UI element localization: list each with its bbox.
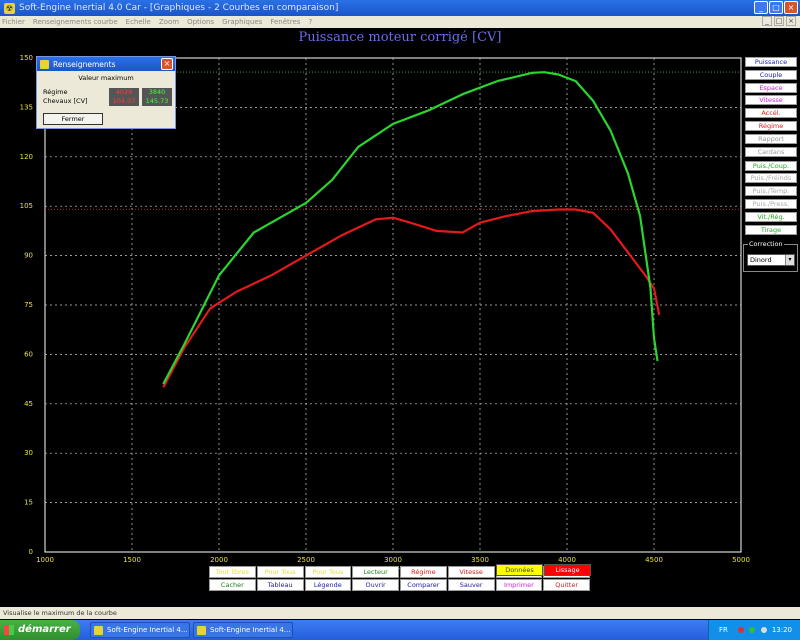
toggle-button-0[interactable]: Données: [496, 564, 543, 576]
system-tray: FR 13:20: [708, 620, 800, 640]
network-icon[interactable]: [749, 627, 756, 633]
x-tick-label: 2000: [210, 556, 228, 564]
x-tick-label: 3500: [471, 556, 489, 564]
x-tick-label: 1500: [123, 556, 141, 564]
side-button-8[interactable]: Puis./Coup.: [745, 160, 797, 171]
status-bar: Visualise le maximum de la courbe: [0, 607, 800, 619]
curve1-max-value: 4029: [109, 88, 139, 97]
taskbar-item-label: Soft-Engine Inertial 4...: [210, 626, 291, 634]
app-logo-icon: [197, 626, 206, 635]
dialog-row-label: Régime: [43, 88, 68, 96]
command-buttons: Tout libres Pour Tous Pour Tous Lecteur Régi…: [209, 564, 591, 592]
y-tick-label: 105: [20, 202, 33, 210]
app-window: ☢ Soft-Engine Inertial 4.0 Car - [Graphi…: [0, 0, 800, 640]
side-button-7[interactable]: Cardans: [745, 146, 797, 157]
correction-select[interactable]: Dinord ▾: [747, 254, 795, 266]
command-button-row1-3[interactable]: Lecteur: [352, 566, 399, 578]
taskbar: démarrer Soft-Engine Inertial 4... Soft-…: [0, 620, 800, 640]
side-button-12[interactable]: Vit./Rég.: [745, 211, 797, 222]
side-button-3[interactable]: Vitesse: [745, 95, 797, 106]
command-button-row2-1[interactable]: Tableau: [256, 579, 304, 591]
windows-logo-icon: [4, 625, 14, 635]
y-tick-label: 0: [29, 548, 33, 556]
series-line-0: [162, 208, 661, 388]
dialog-header: Valeur maximum: [78, 74, 134, 82]
curve1-max-value: 104.07: [109, 97, 139, 106]
x-tick-label: 1000: [36, 556, 54, 564]
series-line-1: [162, 71, 659, 385]
info-dialog: Renseignements × Valeur maximum Régime 4…: [36, 56, 176, 129]
y-tick-label: 30: [24, 449, 33, 457]
taskbar-item-1[interactable]: Soft-Engine Inertial 4...: [90, 622, 190, 638]
command-button-row2-3[interactable]: Ouvrir: [352, 579, 399, 591]
side-button-10[interactable]: Puis./Temp.: [745, 186, 797, 197]
y-tick-label: 45: [24, 400, 33, 408]
language-indicator[interactable]: FR: [719, 626, 728, 634]
command-button-row2-7[interactable]: Quitter: [543, 579, 590, 591]
x-tick-label: 2500: [297, 556, 315, 564]
command-button-row1-5[interactable]: Vitesse: [447, 566, 495, 578]
start-label: démarrer: [18, 624, 71, 635]
curve2-max-value: 145.73: [142, 97, 172, 106]
x-tick-label: 4000: [558, 556, 576, 564]
command-button-row1-0[interactable]: Tout libres: [209, 566, 256, 578]
command-button-row2-0[interactable]: Cacher: [209, 579, 256, 591]
correction-group: Correction Dinord ▾: [743, 240, 798, 272]
correction-label: Correction: [748, 240, 784, 248]
app-logo-icon: [94, 626, 103, 635]
dialog-close-button[interactable]: Fermer: [43, 113, 103, 125]
dialog-title: Renseignements: [53, 59, 116, 69]
dialog-row-power: Chevaux [CV] 104.07 145.73: [43, 97, 175, 106]
measure-panel: Puissance Couple Espace Vitesse Accél. Régime…: [745, 57, 797, 237]
dialog-close-icon[interactable]: ×: [161, 58, 173, 70]
side-button-11[interactable]: Puis./Press.: [745, 198, 797, 209]
toggle-button-1[interactable]: Lissage: [544, 564, 591, 576]
taskbar-item-label: Soft-Engine Inertial 4...: [107, 626, 188, 634]
button-row2: Cacher Tableau Légende Ouvrir Comparer Sauver…: [209, 579, 591, 592]
taskbar-item-2[interactable]: Soft-Engine Inertial 4...: [193, 622, 293, 638]
y-tick-label: 150: [20, 54, 33, 62]
side-button-5[interactable]: Régime: [745, 120, 797, 131]
command-button-row2-4[interactable]: Comparer: [400, 579, 447, 591]
side-button-1[interactable]: Couple: [745, 69, 797, 80]
clock: 13:20: [771, 626, 792, 634]
y-tick-label: 90: [24, 252, 33, 260]
side-button-0[interactable]: Puissance: [745, 57, 797, 67]
x-tick-label: 5000: [732, 556, 750, 564]
command-button-row2-5[interactable]: Sauver: [447, 579, 495, 591]
security-icon[interactable]: [738, 627, 745, 633]
y-tick-label: 75: [24, 301, 33, 309]
command-button-row2-2[interactable]: Légende: [304, 579, 352, 591]
side-button-13[interactable]: Tirage: [745, 224, 797, 235]
x-tick-label: 4500: [645, 556, 663, 564]
command-button-row2-6[interactable]: Imprimer: [495, 579, 543, 591]
y-tick-label: 135: [20, 103, 33, 111]
dialog-row-label: Chevaux [CV]: [43, 97, 88, 105]
x-tick-label: 3000: [384, 556, 402, 564]
dialog-app-icon: [40, 59, 49, 69]
side-button-4[interactable]: Accél.: [745, 108, 797, 119]
side-button-2[interactable]: Espace: [745, 82, 797, 93]
side-button-6[interactable]: Rapport: [745, 133, 797, 144]
curve2-max-value: 3840: [142, 88, 172, 97]
command-button-row1-1[interactable]: Pour Tous: [256, 566, 304, 578]
y-tick-label: 120: [20, 153, 33, 161]
correction-value: Dinord: [750, 256, 772, 264]
dialog-title-bar[interactable]: Renseignements ×: [37, 57, 175, 71]
dialog-row-rpm: Régime 4029 3840: [43, 88, 175, 97]
start-button[interactable]: démarrer: [0, 620, 80, 640]
command-button-row1-2[interactable]: Pour Tous: [304, 566, 352, 578]
y-tick-label: 60: [24, 350, 33, 358]
chevron-down-icon[interactable]: ▾: [785, 255, 794, 265]
volume-icon[interactable]: [760, 627, 767, 633]
command-button-row1-4[interactable]: Régime: [400, 566, 447, 578]
y-tick-label: 15: [24, 499, 33, 507]
side-button-9[interactable]: Puis./Fréinds: [745, 173, 797, 184]
